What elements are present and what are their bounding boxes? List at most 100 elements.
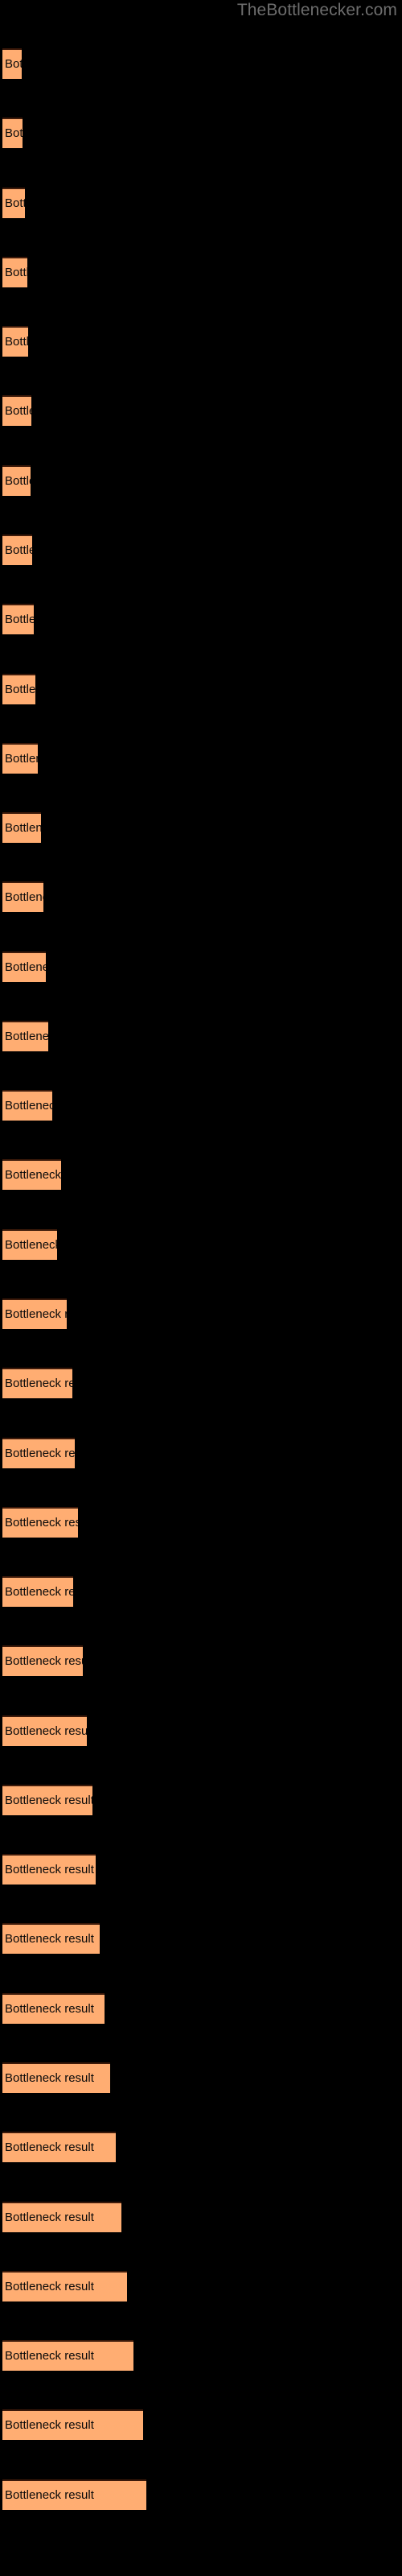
- bar[interactable]: Bottleneck result: [2, 1159, 61, 1190]
- bar-label: Bottleneck result: [5, 960, 46, 974]
- bar[interactable]: Bottleneck result: [2, 465, 31, 496]
- bar[interactable]: Bottleneck result: [2, 1021, 48, 1051]
- bar-row: Bottleneck result: [0, 535, 402, 604]
- bar-label: Bottleneck result: [5, 1654, 83, 1668]
- bar-row: Bottleneck result: [0, 2340, 402, 2409]
- bar-label: Bottleneck result: [5, 1377, 72, 1390]
- bar-label: Bottleneck result: [5, 2418, 94, 2432]
- bar-row: Bottleneck result: [0, 465, 402, 535]
- bar[interactable]: Bottleneck result: [2, 1923, 100, 1954]
- bar-row: Bottleneck result: [0, 2271, 402, 2340]
- bar-row: Bottleneck result: [0, 1993, 402, 2062]
- bar-label: Bottleneck result: [5, 2002, 94, 2016]
- bar[interactable]: Bottleneck result: [2, 881, 43, 912]
- bar-label: Bottleneck result: [5, 266, 27, 279]
- bar[interactable]: Bottleneck result: [2, 1715, 87, 1746]
- bar-row: Bottleneck result: [0, 2202, 402, 2271]
- bar[interactable]: Bottleneck result: [2, 2479, 146, 2510]
- bottleneck-chart: TheBottlenecker.com Bottleneck resultBot…: [0, 0, 402, 2576]
- bar-label: Bottleneck result: [5, 1168, 61, 1182]
- bar-label: Bottleneck result: [5, 613, 34, 626]
- bar-label: Bottleneck result: [5, 1307, 67, 1321]
- bar-label: Bottleneck result: [5, 1863, 94, 1876]
- bar-label: Bottleneck result: [5, 196, 25, 210]
- bar-label: Bottleneck result: [5, 1516, 78, 1530]
- bar[interactable]: Bottleneck result: [2, 1645, 83, 1676]
- bar-label: Bottleneck result: [5, 126, 23, 140]
- bar-row: Bottleneck result: [0, 604, 402, 673]
- bar-label: Bottleneck result: [5, 752, 38, 766]
- bar-row: Bottleneck result: [0, 1785, 402, 1854]
- bar[interactable]: Bottleneck result: [2, 604, 34, 634]
- bar-row: Bottleneck result: [0, 326, 402, 395]
- bar-row: Bottleneck result: [0, 1576, 402, 1645]
- bar-row: Bottleneck result: [0, 2409, 402, 2479]
- bar-row: Bottleneck result: [0, 1298, 402, 1368]
- bar-row: Bottleneck result: [0, 1090, 402, 1159]
- bar-label: Bottleneck result: [5, 2071, 94, 2085]
- bar[interactable]: Bottleneck result: [2, 1090, 52, 1121]
- bar-label: Bottleneck result: [5, 821, 41, 835]
- bar[interactable]: Bottleneck result: [2, 2062, 110, 2093]
- bar-label: Bottleneck result: [5, 1030, 48, 1043]
- bar[interactable]: Bottleneck result: [2, 395, 31, 426]
- bar-label: Bottleneck result: [5, 474, 31, 488]
- bar-row: Bottleneck result: [0, 257, 402, 326]
- bar-row: Bottleneck result: [0, 1229, 402, 1298]
- bar[interactable]: Bottleneck result: [2, 2202, 121, 2232]
- bar-row: Bottleneck result: [0, 1854, 402, 1923]
- bar-label: Bottleneck result: [5, 2488, 94, 2502]
- bar[interactable]: Bottleneck result: [2, 2340, 133, 2371]
- bar-label: Bottleneck result: [5, 683, 35, 696]
- bar[interactable]: Bottleneck result: [2, 1438, 75, 1468]
- bar[interactable]: Bottleneck result: [2, 1368, 72, 1398]
- bar-row: Bottleneck result: [0, 1507, 402, 1576]
- bar[interactable]: Bottleneck result: [2, 118, 23, 148]
- bar[interactable]: Bottleneck result: [2, 1854, 96, 1885]
- bar[interactable]: Bottleneck result: [2, 952, 46, 982]
- bar[interactable]: Bottleneck result: [2, 326, 28, 357]
- bar-row: Bottleneck result: [0, 2132, 402, 2201]
- bar[interactable]: Bottleneck result: [2, 674, 35, 704]
- bar-label: Bottleneck result: [5, 2211, 94, 2224]
- bar[interactable]: Bottleneck result: [2, 2271, 127, 2301]
- bar-label: Bottleneck result: [5, 890, 43, 904]
- bar[interactable]: Bottleneck result: [2, 257, 27, 287]
- bar-row: Bottleneck result: [0, 118, 402, 187]
- bar-label: Bottleneck result: [5, 1447, 75, 1460]
- bar-row: Bottleneck result: [0, 1438, 402, 1507]
- bar-row: Bottleneck result: [0, 395, 402, 464]
- bar[interactable]: Bottleneck result: [2, 812, 41, 843]
- bar[interactable]: Bottleneck result: [2, 1229, 57, 1260]
- bar-row: Bottleneck result: [0, 812, 402, 881]
- bar[interactable]: Bottleneck result: [2, 743, 38, 774]
- bar-row: Bottleneck result: [0, 1645, 402, 1715]
- bar-label: Bottleneck result: [5, 2280, 94, 2293]
- bar-row: Bottleneck result: [0, 1159, 402, 1228]
- bar-label: Bottleneck result: [5, 335, 28, 349]
- bar[interactable]: Bottleneck result: [2, 1576, 73, 1607]
- bar[interactable]: Bottleneck result: [2, 535, 32, 565]
- bar[interactable]: Bottleneck result: [2, 1993, 105, 2024]
- bar[interactable]: Bottleneck result: [2, 188, 25, 218]
- bar[interactable]: Bottleneck result: [2, 1298, 67, 1329]
- bar[interactable]: Bottleneck result: [2, 1785, 92, 1815]
- bar[interactable]: Bottleneck result: [2, 1507, 78, 1538]
- bar[interactable]: Bottleneck result: [2, 2132, 116, 2162]
- bar[interactable]: Bottleneck result: [2, 48, 22, 79]
- bar-label: Bottleneck result: [5, 1932, 94, 1946]
- bar-row: Bottleneck result: [0, 1021, 402, 1090]
- bar-label: Bottleneck result: [5, 404, 31, 418]
- bar-row: Bottleneck result: [0, 952, 402, 1021]
- bar-row: Bottleneck result: [0, 1368, 402, 1437]
- bar-label: Bottleneck result: [5, 1794, 92, 1807]
- bar-row: Bottleneck result: [0, 674, 402, 743]
- bar-row: Bottleneck result: [0, 2062, 402, 2132]
- bar[interactable]: Bottleneck result: [2, 2409, 143, 2440]
- bar-label: Bottleneck result: [5, 1099, 52, 1113]
- bar-label: Bottleneck result: [5, 2349, 94, 2363]
- bar-row: Bottleneck result: [0, 188, 402, 257]
- bar-row: Bottleneck result: [0, 743, 402, 812]
- bar-row: Bottleneck result: [0, 2479, 402, 2549]
- bar-label: Bottleneck result: [5, 1724, 87, 1738]
